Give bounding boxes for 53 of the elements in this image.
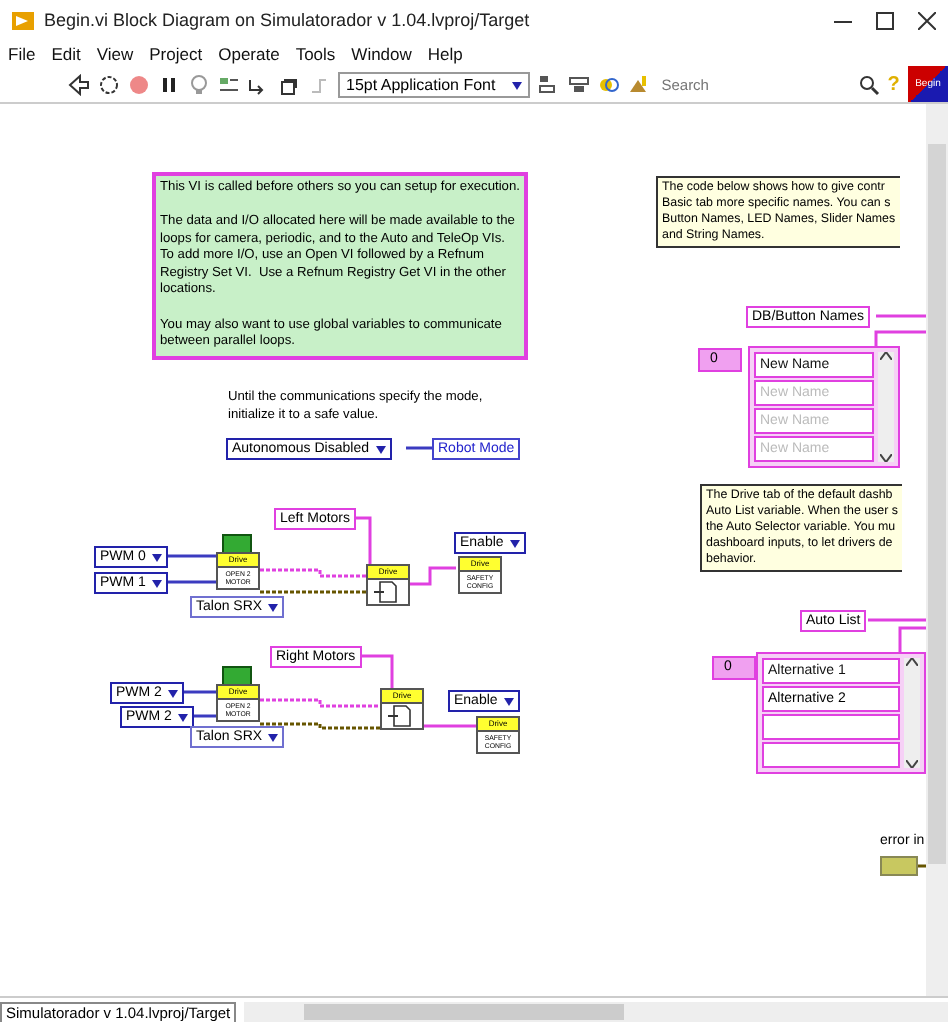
scrollbar[interactable] (878, 352, 894, 462)
wire (260, 722, 380, 730)
close-icon[interactable] (918, 11, 936, 29)
wire (410, 566, 456, 586)
font-dropdown[interactable]: 15pt Application Font (338, 72, 530, 98)
maximize-icon[interactable] (876, 11, 894, 29)
caret-icon (151, 553, 162, 561)
retain-values-icon[interactable] (218, 74, 240, 96)
wire (356, 516, 372, 564)
wire (406, 446, 432, 450)
vertical-scrollbar[interactable] (926, 104, 948, 996)
caret-icon (268, 603, 279, 611)
caret-icon (268, 733, 279, 741)
run-arrow-icon[interactable] (68, 74, 90, 96)
wire (362, 654, 394, 688)
caret-icon (151, 579, 162, 587)
wire (260, 698, 380, 708)
align-icon[interactable] (537, 74, 560, 96)
wire (182, 690, 218, 718)
distribute-icon[interactable] (567, 74, 590, 96)
menu-item[interactable]: Operate (218, 44, 280, 64)
menu-item[interactable]: File (8, 44, 36, 64)
step-over-icon[interactable] (278, 74, 300, 96)
menu-item[interactable]: Tools (295, 44, 336, 64)
caret-icon (177, 713, 188, 721)
device-icon (222, 666, 252, 686)
horizontal-scrollbar[interactable] (244, 1002, 948, 1022)
scrollbar[interactable] (904, 658, 920, 768)
array-element[interactable] (762, 714, 900, 740)
caret-icon (509, 539, 520, 547)
device-icon (222, 534, 252, 554)
reorder-icon[interactable] (597, 74, 620, 96)
menu-item[interactable]: Help (427, 44, 463, 64)
wire (166, 554, 218, 584)
run-continuously-icon[interactable] (98, 74, 120, 96)
wire (260, 590, 366, 594)
wire (260, 568, 366, 578)
cleanup-icon[interactable] (627, 74, 650, 96)
search-icon[interactable] (857, 74, 880, 96)
caret-icon (503, 697, 514, 705)
app-icon (12, 11, 34, 29)
light-bulb-icon[interactable] (188, 74, 210, 96)
menu-item[interactable]: View (96, 44, 134, 64)
caret-icon (375, 445, 385, 453)
caret-icon (167, 689, 178, 697)
caret-icon (511, 81, 522, 89)
menu-item[interactable]: Edit (51, 44, 81, 64)
array-element[interactable] (762, 742, 900, 768)
wire (424, 724, 476, 728)
menu-item[interactable]: Project (149, 44, 203, 64)
menu-item[interactable]: Window (351, 44, 412, 64)
pause-icon[interactable] (158, 74, 180, 96)
window-title: Begin.vi Block Diagram on Simulatorador v 1.04.lvproj/Target (44, 10, 530, 30)
